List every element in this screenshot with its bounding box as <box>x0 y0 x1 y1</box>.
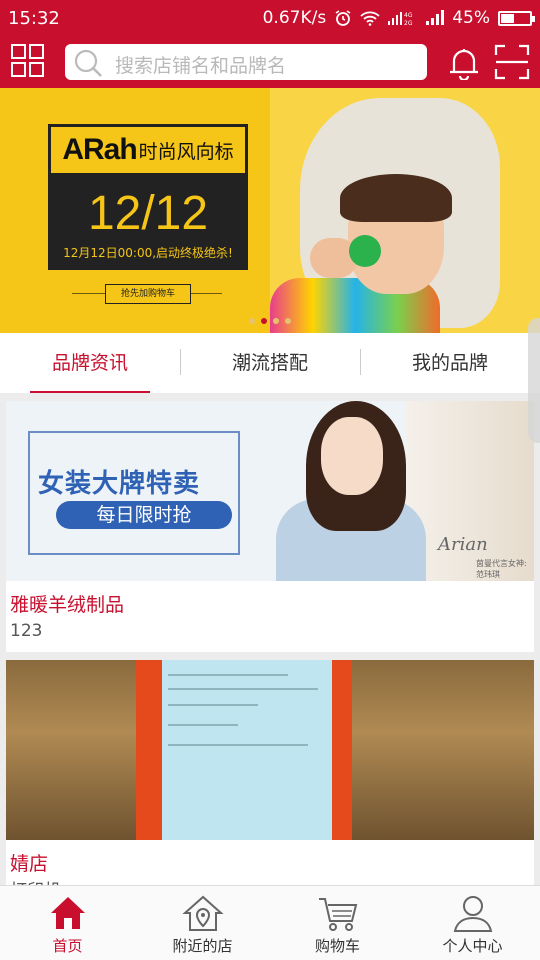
banner-model-hair <box>340 174 452 222</box>
nav-label: 附近的店 <box>172 937 233 955</box>
signal-icon <box>426 10 445 25</box>
alarm-icon <box>335 10 351 26</box>
nav-home[interactable]: 首页 <box>0 886 135 960</box>
tab-divider <box>180 349 181 375</box>
signal-4g-icon: 4G2G <box>388 12 413 26</box>
promo-brand: ARah <box>62 133 137 166</box>
brand-card[interactable]: 婧店 打印机 <box>6 660 534 901</box>
screen-line <box>168 688 318 690</box>
screen-line <box>168 674 288 676</box>
banner-pagination <box>0 318 540 324</box>
screen-line <box>168 704 258 706</box>
scan-icon <box>494 44 530 80</box>
side-drawer-handle[interactable] <box>528 318 540 443</box>
brand-card-title: 雅暖羊绒制品 <box>10 594 125 616</box>
promo-banner[interactable]: ARah 时尚风向标 12/12 12月12日00:00,启动终极绝杀! 抢先加… <box>0 88 540 333</box>
nav-nearby[interactable]: 附近的店 <box>135 886 270 960</box>
search-icon <box>74 49 102 77</box>
bell-icon <box>450 49 478 82</box>
nav-label: 首页 <box>52 937 83 955</box>
ad-signature: Arian <box>438 534 488 555</box>
search-input[interactable]: 搜索店铺名和品牌名 <box>65 44 427 80</box>
battery-icon <box>498 10 535 26</box>
banner-dot[interactable] <box>285 318 291 324</box>
nav-label: 购物车 <box>314 937 360 955</box>
tab-trend-outfits[interactable]: 潮流搭配 <box>180 333 360 393</box>
promo-subtitle: 12月12日00:00,启动终极绝杀! <box>63 246 233 260</box>
search-placeholder: 搜索店铺名和品牌名 <box>115 55 287 77</box>
screen-line <box>168 724 238 726</box>
status-time: 15:32 <box>8 8 60 29</box>
cart-icon <box>318 898 357 931</box>
wifi-icon <box>360 11 380 26</box>
tab-divider <box>360 349 361 375</box>
brand-card-image: 女装大牌特卖 每日限时抢 Arian 茵曼代言女神:范玮琪 <box>6 401 534 581</box>
brand-card-subtitle: 123 <box>10 621 43 641</box>
tab-brand-news[interactable]: 品牌资讯 <box>0 333 180 393</box>
status-right: 0.67K/s 4G 2G 45% <box>262 8 535 28</box>
ad-headline: 女装大牌特卖 <box>38 469 201 499</box>
bottom-nav: 首页 附近的店 购物车 个人中心 <box>0 885 540 960</box>
screen-line <box>168 744 308 746</box>
status-bar: 15:32 0.67K/s 4G 2G 45% <box>0 0 540 38</box>
grid-menu-button[interactable] <box>11 44 45 78</box>
grid-menu-icon <box>11 44 44 77</box>
ad-pill: 每日限时抢 <box>56 501 232 529</box>
brand-card-title: 婧店 <box>10 853 49 875</box>
banner-dot-active[interactable] <box>261 318 267 324</box>
notification-button[interactable] <box>446 44 482 82</box>
scan-button[interactable] <box>494 44 530 80</box>
promo-tagline: 时尚风向标 <box>138 140 234 163</box>
ad-caption: 茵曼代言女神:范玮琪 <box>476 559 527 579</box>
battery-fill <box>501 13 514 23</box>
net-speed: 0.67K/s <box>262 8 327 28</box>
nav-cart[interactable]: 购物车 <box>270 886 405 960</box>
app-header: 搜索店铺名和品牌名 <box>0 38 540 88</box>
promo-brand-bar: ARah 时尚风向标 <box>48 124 248 176</box>
tab-my-brands[interactable]: 我的品牌 <box>360 333 540 393</box>
add-to-cart-promo-button[interactable]: 抢先加购物车 <box>105 284 191 304</box>
battery-percent: 45% <box>452 8 490 28</box>
svg-text:2G: 2G <box>404 20 413 26</box>
user-icon <box>453 896 492 932</box>
svg-text:4G: 4G <box>404 12 413 19</box>
nav-profile[interactable]: 个人中心 <box>405 886 540 960</box>
nav-label: 个人中心 <box>442 937 503 955</box>
banner-green-ball <box>349 235 381 267</box>
ad-model-face <box>321 417 383 495</box>
home-icon <box>50 897 85 929</box>
banner-dot[interactable] <box>249 318 255 324</box>
category-tabs: 品牌资讯 潮流搭配 我的品牌 <box>0 333 540 393</box>
promo-box: ARah 时尚风向标 12/12 12月12日00:00,启动终极绝杀! <box>48 124 248 270</box>
banner-dot[interactable] <box>273 318 279 324</box>
brand-card[interactable]: 女装大牌特卖 每日限时抢 Arian 茵曼代言女神:范玮琪 雅暖羊绒制品 123 <box>6 401 534 652</box>
photo-phone-screen <box>162 660 332 840</box>
promo-date: 12/12 <box>87 187 209 240</box>
brand-card-image <box>6 660 534 840</box>
nearby-location-icon <box>181 895 224 931</box>
